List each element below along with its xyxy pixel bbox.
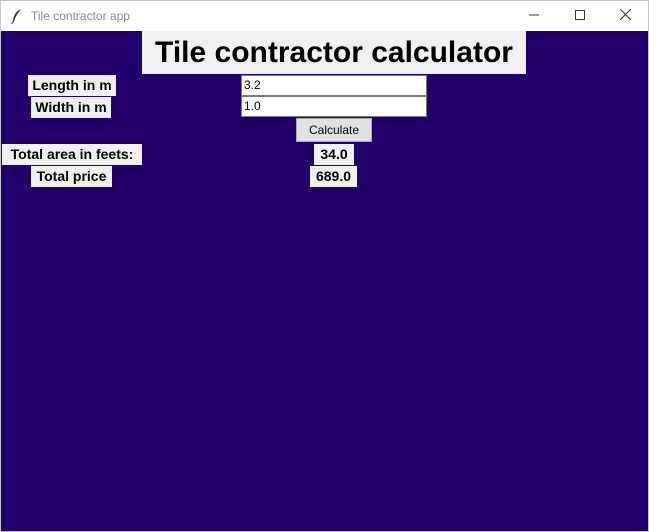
width-label: Width in m	[31, 97, 111, 118]
app-window: Tile contractor app Tile contractor calc…	[0, 0, 649, 532]
close-button[interactable]	[602, 1, 648, 31]
close-icon	[619, 7, 631, 25]
window-title: Tile contractor app	[31, 9, 130, 23]
total-area-value: 34.0	[314, 144, 354, 165]
page-title: Tile contractor calculator	[142, 31, 526, 74]
maximize-icon	[575, 7, 585, 25]
title-bar[interactable]: Tile contractor app	[1, 1, 648, 31]
feather-icon	[10, 8, 24, 24]
length-input[interactable]: 3.2	[241, 75, 427, 96]
total-area-label: Total area in feets:	[2, 144, 142, 165]
minimize-button[interactable]	[511, 1, 557, 31]
maximize-button[interactable]	[557, 1, 603, 31]
length-label: Length in m	[28, 75, 116, 96]
total-price-label: Total price	[31, 166, 112, 187]
calculate-button[interactable]: Calculate	[296, 118, 372, 142]
main-panel: Tile contractor calculator Length in m 3…	[1, 31, 648, 531]
width-input[interactable]: 1.0	[241, 96, 427, 117]
total-price-value: 689.0	[310, 166, 357, 187]
minimize-icon	[529, 7, 539, 25]
